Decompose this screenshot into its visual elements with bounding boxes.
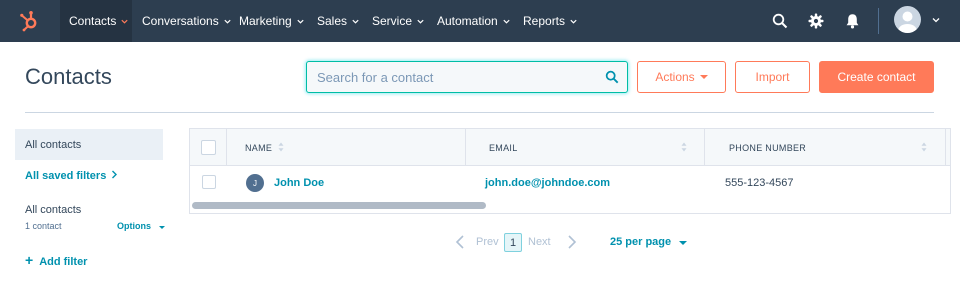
table-row[interactable]: J John Doe john.doe@johndoe.com 555-123-… [190, 166, 950, 199]
nav-reports-label: Reports [523, 14, 566, 28]
search-icon[interactable] [597, 62, 627, 92]
pagination-next[interactable]: Next [528, 236, 551, 248]
column-header-name[interactable]: NAME [245, 129, 272, 166]
column-divider [226, 129, 227, 166]
column-header-email[interactable]: EMAIL [489, 129, 518, 166]
contact-phone: 555-123-4567 [725, 176, 794, 189]
chevron-down-icon [417, 19, 424, 24]
nav-service-label: Service [372, 14, 413, 28]
gear-icon[interactable] [804, 9, 828, 33]
nav-contacts[interactable]: Contacts [60, 0, 132, 42]
page-title: Contacts [25, 64, 112, 89]
chevron-down-icon [503, 19, 510, 24]
column-header-label: EMAIL [489, 142, 518, 153]
nav-conversations[interactable]: Conversations [142, 0, 232, 42]
nav-sales[interactable]: Sales [317, 0, 360, 42]
chevron-down-icon [570, 19, 577, 24]
actions-button-label: Actions [655, 70, 695, 84]
pagination-prev[interactable]: Prev [476, 236, 499, 248]
pagination-current-page[interactable]: 1 [504, 233, 522, 252]
nav-service[interactable]: Service [372, 0, 425, 42]
column-divider [704, 129, 705, 166]
create-contact-button[interactable]: Create contact [819, 61, 934, 93]
nav-conversations-label: Conversations [142, 14, 219, 28]
page-size-dropdown[interactable]: 25 per page [610, 236, 688, 248]
user-avatar[interactable] [894, 6, 921, 33]
nav-sales-label: Sales [317, 14, 348, 28]
search-box[interactable] [306, 61, 628, 93]
chevron-down-icon [121, 19, 128, 24]
chevron-down-icon [224, 19, 231, 24]
header-divider [25, 112, 934, 113]
sort-icon[interactable] [921, 142, 927, 152]
chevron-left-icon[interactable] [455, 235, 465, 249]
horizontal-scrollbar[interactable] [192, 202, 486, 209]
row-checkbox[interactable] [202, 175, 216, 189]
caret-down-icon [699, 75, 708, 79]
add-filter-button[interactable]: + Add filter [25, 252, 87, 268]
search-icon[interactable] [768, 9, 792, 33]
nav-divider [878, 8, 879, 34]
view-options-label: Options [117, 221, 151, 231]
column-header-phone[interactable]: PHONE NUMBER [729, 129, 806, 166]
nav-automation[interactable]: Automation [437, 0, 511, 42]
contact-email-link[interactable]: john.doe@johndoe.com [485, 166, 610, 199]
nav-reports[interactable]: Reports [523, 0, 578, 42]
nav-marketing-label: Marketing [239, 14, 292, 28]
create-contact-button-label: Create contact [837, 70, 916, 84]
contacts-table: NAME EMAIL PHONE NUMBER J John Doe john.… [189, 128, 951, 214]
sidebar-item-all-contacts[interactable]: All contacts [15, 129, 163, 160]
view-options-dropdown[interactable]: Options [117, 221, 165, 231]
hubspot-logo-icon[interactable] [16, 8, 42, 34]
select-all-checkbox[interactable] [201, 140, 216, 155]
chevron-right-icon[interactable] [567, 235, 577, 249]
sort-icon[interactable] [278, 142, 284, 152]
nav-automation-label: Automation [437, 14, 498, 28]
chevron-down-icon [297, 19, 304, 24]
sidebar-item-label: All contacts [25, 138, 82, 151]
caret-down-icon [158, 226, 165, 229]
column-header-label: NAME [245, 142, 273, 153]
nav-marketing[interactable]: Marketing [239, 0, 305, 42]
plus-icon: + [25, 252, 34, 268]
page-size-label: 25 per page [610, 236, 672, 248]
bell-icon[interactable] [840, 9, 864, 33]
chevron-right-icon [112, 170, 118, 179]
current-view-title: All contacts [25, 204, 82, 216]
contact-name-link[interactable]: John Doe [274, 166, 324, 199]
all-saved-filters-link[interactable]: All saved filters [25, 170, 118, 182]
table-header: NAME EMAIL PHONE NUMBER [190, 129, 950, 166]
actions-button[interactable]: Actions [637, 61, 726, 93]
all-saved-filters-label: All saved filters [25, 170, 107, 182]
column-divider [945, 129, 946, 166]
chevron-down-icon [352, 19, 359, 24]
import-button-label: Import [755, 70, 790, 84]
nav-contacts-label: Contacts [69, 14, 117, 28]
column-header-label: PHONE NUMBER [729, 142, 807, 153]
caret-down-icon [679, 241, 688, 245]
contact-avatar: J [246, 174, 264, 192]
import-button[interactable]: Import [735, 61, 810, 93]
top-navigation-bar: Contacts Conversations Marketing Sales S… [0, 0, 960, 42]
chevron-down-icon[interactable] [931, 15, 941, 25]
contact-count: 1 contact [25, 221, 62, 231]
search-input[interactable] [307, 69, 597, 85]
sort-icon[interactable] [681, 142, 687, 152]
add-filter-label: Add filter [39, 256, 88, 268]
column-divider [465, 129, 466, 166]
